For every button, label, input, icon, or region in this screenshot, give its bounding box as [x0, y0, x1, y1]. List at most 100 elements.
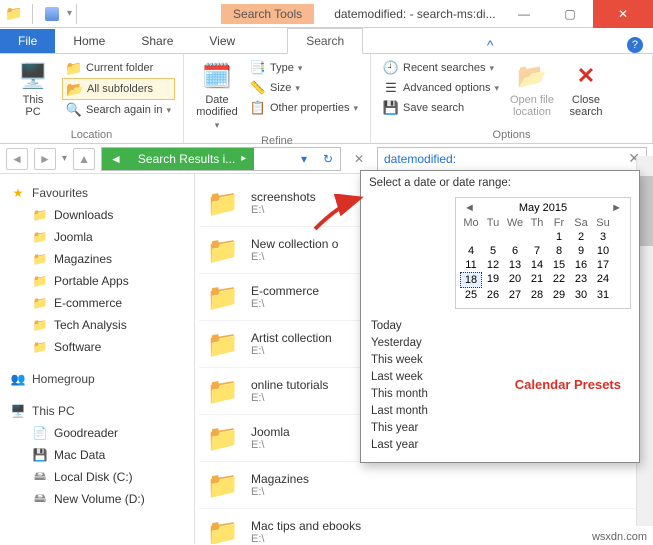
crumb-search-results[interactable]: Search Results i...▸ — [130, 148, 254, 170]
this-pc-button[interactable]: 🖥️ This PC — [8, 58, 58, 120]
calendar-grid[interactable]: MoTuWeThFrSaSu12345678910111213141516171… — [460, 216, 626, 302]
search-again-button[interactable]: 🔍Search again in▾ — [62, 100, 175, 120]
preset-option[interactable]: This year — [369, 421, 631, 435]
search-input[interactable] — [384, 152, 628, 166]
tab-file[interactable]: File — [0, 29, 55, 53]
preset-option[interactable]: This week — [369, 353, 631, 367]
nav-tree[interactable]: ★Favourites 📁Downloads📁Joomla📁Magazines📁… — [0, 174, 195, 544]
tree-favourites[interactable]: ★Favourites — [4, 182, 190, 204]
breadcrumb[interactable]: ◄ Search Results i...▸ ▾ ↻ — [101, 147, 341, 171]
calendar-day[interactable]: 19 — [482, 272, 504, 288]
tree-item[interactable]: 📁E-commerce — [4, 292, 190, 314]
maximize-button[interactable]: ▢ — [547, 0, 593, 28]
calendar-day[interactable]: 28 — [526, 288, 548, 302]
calendar-day[interactable]: 26 — [482, 288, 504, 302]
preset-option[interactable]: Last month — [369, 404, 631, 418]
calendar-day[interactable]: 17 — [592, 258, 614, 272]
tree-item[interactable]: 📁Portable Apps — [4, 270, 190, 292]
calendar-day[interactable]: 2 — [570, 230, 592, 244]
tree-item[interactable]: 🖴Local Disk (C:) — [4, 466, 190, 488]
tree-item[interactable]: 💾Mac Data — [4, 444, 190, 466]
save-search-button[interactable]: 💾Save search — [379, 98, 503, 118]
qat-dropdown-icon[interactable]: ▾ — [67, 8, 72, 19]
collapse-ribbon-icon[interactable]: ^ — [487, 37, 494, 53]
tree-item[interactable]: 📁Software — [4, 336, 190, 358]
date-modified-button[interactable]: 🗓️ Date modified ▾ — [192, 58, 242, 133]
file-row[interactable]: 📁Mac tips and ebooksE:\ — [199, 509, 649, 544]
calendar[interactable]: ◄ May 2015 ► MoTuWeThFrSaSu1234567891011… — [455, 197, 631, 309]
current-folder-button[interactable]: 📁Current folder — [62, 58, 175, 78]
open-file-location-button[interactable]: 📂 Open file location — [507, 58, 557, 120]
calendar-day[interactable]: 6 — [504, 244, 526, 258]
drive-icon: 🖴 — [32, 491, 48, 507]
back-button[interactable]: ◄ — [6, 148, 28, 170]
search-input-box[interactable]: ✕ — [377, 147, 647, 171]
crumb-chev[interactable]: ◄ — [102, 148, 130, 170]
calendar-day[interactable]: 29 — [548, 288, 570, 302]
calendar-day[interactable]: 1 — [548, 230, 570, 244]
drive-icon: 🖴 — [32, 469, 48, 485]
file-row[interactable]: 📁MagazinesE:\ — [199, 462, 649, 509]
calendar-day[interactable]: 16 — [570, 258, 592, 272]
up-button[interactable]: ▲ — [73, 148, 95, 170]
calendar-day[interactable]: 11 — [460, 258, 482, 272]
size-button[interactable]: 📏Size▾ — [246, 78, 362, 98]
calendar-day[interactable]: 14 — [526, 258, 548, 272]
next-month-button[interactable]: ► — [611, 202, 622, 214]
minimize-button[interactable]: — — [501, 0, 547, 28]
preset-option[interactable]: Yesterday — [369, 336, 631, 350]
calendar-day[interactable]: 31 — [592, 288, 614, 302]
help-icon[interactable]: ? — [627, 37, 643, 53]
calendar-month[interactable]: May 2015 — [519, 202, 567, 214]
calendar-day[interactable]: 13 — [504, 258, 526, 272]
preset-option[interactable]: Last year — [369, 438, 631, 452]
address-dropdown-icon[interactable]: ▾ — [292, 152, 316, 166]
options-icon: ☰ — [383, 80, 399, 96]
calendar-day[interactable]: 24 — [592, 272, 614, 288]
tree-item[interactable]: 🖴New Volume (D:) — [4, 488, 190, 510]
other-properties-button[interactable]: 📋Other properties▾ — [246, 98, 362, 118]
calendar-day[interactable]: 3 — [592, 230, 614, 244]
calendar-day[interactable]: 9 — [570, 244, 592, 258]
type-button[interactable]: 📑Type▾ — [246, 58, 362, 78]
calendar-day[interactable]: 18 — [460, 272, 482, 288]
qat-icon[interactable] — [45, 7, 59, 21]
calendar-day[interactable]: 22 — [548, 272, 570, 288]
tree-item[interactable]: 📁Downloads — [4, 204, 190, 226]
calendar-day[interactable]: 15 — [548, 258, 570, 272]
calendar-day[interactable]: 30 — [570, 288, 592, 302]
calendar-day[interactable]: 10 — [592, 244, 614, 258]
refresh-button[interactable]: ↻ — [316, 152, 340, 166]
calendar-day[interactable]: 25 — [460, 288, 482, 302]
preset-option[interactable]: Today — [369, 319, 631, 333]
recent-searches-button[interactable]: 🕘Recent searches▾ — [379, 58, 503, 78]
stop-button[interactable]: ✕ — [347, 152, 371, 166]
tab-search[interactable]: Search — [287, 28, 363, 54]
tab-view[interactable]: View — [191, 29, 253, 53]
tree-item[interactable]: 📁Magazines — [4, 248, 190, 270]
calendar-day[interactable]: 12 — [482, 258, 504, 272]
tree-homegroup[interactable]: 👥Homegroup — [4, 368, 190, 390]
tab-home[interactable]: Home — [55, 29, 123, 53]
calendar-day[interactable]: 21 — [526, 272, 548, 288]
history-dropdown-icon[interactable]: ▾ — [62, 153, 67, 164]
tree-item[interactable]: 📁Tech Analysis — [4, 314, 190, 336]
forward-button[interactable]: ► — [34, 148, 56, 170]
calendar-day[interactable]: 23 — [570, 272, 592, 288]
calendar-day[interactable]: 27 — [504, 288, 526, 302]
calendar-day[interactable]: 8 — [548, 244, 570, 258]
all-subfolders-button[interactable]: 📂All subfolders — [62, 78, 175, 100]
tree-item[interactable]: 📁Joomla — [4, 226, 190, 248]
advanced-options-button[interactable]: ☰Advanced options▾ — [379, 78, 503, 98]
close-button[interactable]: ✕ — [593, 0, 653, 28]
close-search-button[interactable]: ✕ Close search — [561, 58, 611, 120]
tree-item[interactable]: 📄Goodreader — [4, 422, 190, 444]
prev-month-button[interactable]: ◄ — [464, 202, 475, 214]
calendar-day[interactable]: 20 — [504, 272, 526, 288]
calendar-day[interactable]: 4 — [460, 244, 482, 258]
calendar-day[interactable]: 7 — [526, 244, 548, 258]
tab-share[interactable]: Share — [123, 29, 191, 53]
folder-icon: 📁 — [205, 235, 241, 265]
calendar-day[interactable]: 5 — [482, 244, 504, 258]
tree-this-pc[interactable]: 🖥️This PC — [4, 400, 190, 422]
